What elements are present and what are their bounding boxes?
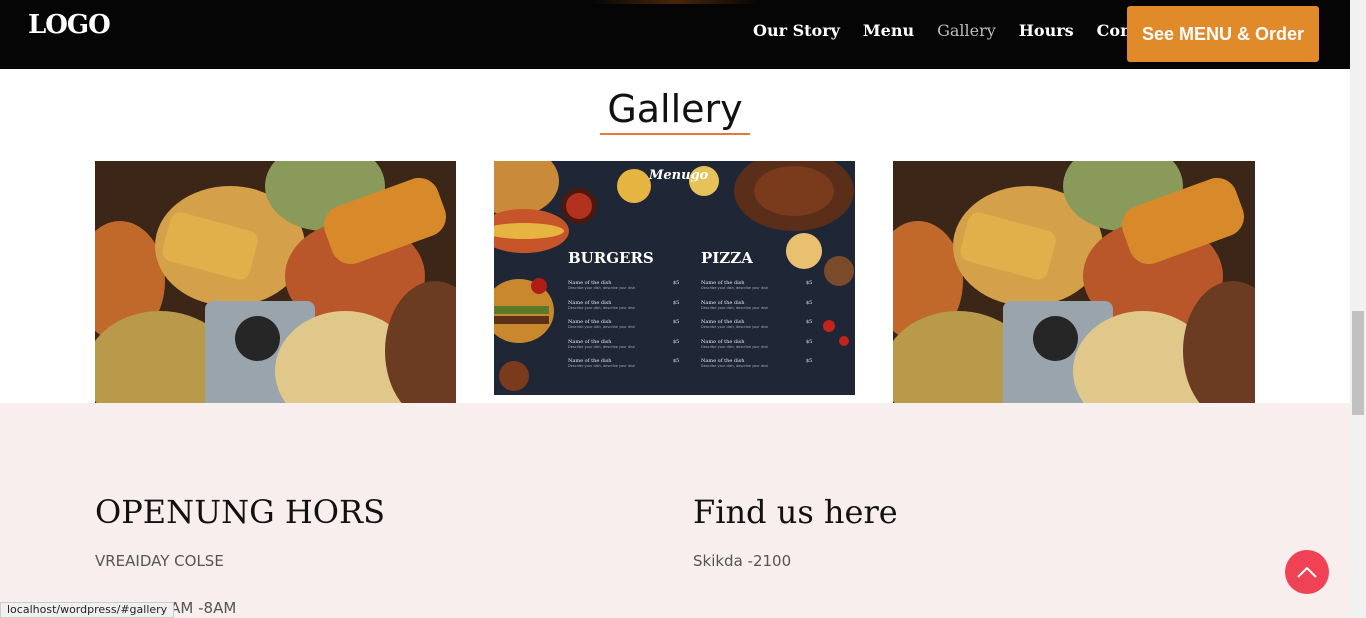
menu-dish-description: Describe your dish, describe your dish: [568, 325, 636, 329]
menu-dish-price: $5: [806, 358, 813, 364]
scrollbar-thumb[interactable]: [1352, 311, 1364, 415]
back-to-top-button[interactable]: [1285, 550, 1329, 594]
menu-dish-description: Describe your dish, describe your dish: [568, 286, 636, 290]
menu-dish-price: $5: [806, 338, 813, 345]
page-scrollbar[interactable]: [1350, 0, 1366, 618]
menu-dish-price: $5: [673, 358, 680, 364]
menu-dish-price: $5: [806, 299, 813, 306]
see-menu-order-button[interactable]: See MENU & Order: [1127, 6, 1319, 62]
gallery-image-food-2[interactable]: [893, 161, 1255, 403]
menu-dish-price: $5: [673, 338, 680, 345]
menu-dish-description: Describe your dish, describe your dish: [701, 305, 769, 310]
menu-dish-price: $5: [806, 280, 813, 286]
menu-dish-description: Describe your dish, describe your dish: [568, 364, 636, 368]
nav-our-story[interactable]: Our Story: [753, 21, 840, 40]
menu-dish-price: $5: [673, 299, 680, 306]
nav-gallery[interactable]: Gallery: [937, 21, 996, 40]
status-bar-url: localhost/wordpress/#gallery: [0, 602, 175, 618]
gallery-image-menu-board[interactable]: Menugo BURGERS PIZZA Name of the dish Des…: [494, 161, 855, 395]
site-header: LOGO Our Story Menu Gallery Hours Contac…: [0, 0, 1350, 69]
gallery-title-underline: [600, 133, 750, 135]
menu-dish-description: Describe your dish, describe your dish: [701, 325, 769, 329]
menu-dish-description: Describe your dish, describe your dish: [701, 364, 769, 368]
menu-board-heading-pizza: PIZZA: [701, 249, 753, 267]
opening-hours-heading: OPENUNG HORS: [95, 493, 385, 531]
nav-hours[interactable]: Hours: [1019, 21, 1074, 40]
menu-dish-price: $5: [673, 280, 680, 286]
gallery-title: Gallery: [607, 87, 743, 131]
hours-line-1: VREAIDAY COLSE: [95, 552, 224, 570]
menu-dish-price: $5: [806, 319, 813, 325]
menu-dish-price: $5: [673, 319, 680, 325]
menu-board-brand: Menugo: [649, 168, 709, 183]
menu-dish-description: Describe your dish, describe your dish: [568, 305, 636, 310]
site-logo[interactable]: LOGO: [28, 10, 111, 40]
nav-menu[interactable]: Menu: [863, 21, 914, 40]
address-text: Skikda -2100: [693, 552, 792, 570]
menu-dish-description: Describe your dish, describe your dish: [701, 344, 769, 349]
find-us-heading: Find us here: [693, 493, 898, 531]
gallery-image-food-1[interactable]: [95, 161, 456, 403]
main-nav: Our Story Menu Gallery Hours Contact: [753, 21, 1190, 40]
menu-dish-description: Describe your dish, describe your dish: [701, 286, 769, 290]
chevron-up-icon: [1297, 566, 1317, 578]
header-glow: [590, 0, 760, 4]
menu-dish-description: Describe your dish, describe your dish: [568, 344, 636, 349]
menu-board-heading-burgers: BURGERS: [568, 249, 654, 267]
